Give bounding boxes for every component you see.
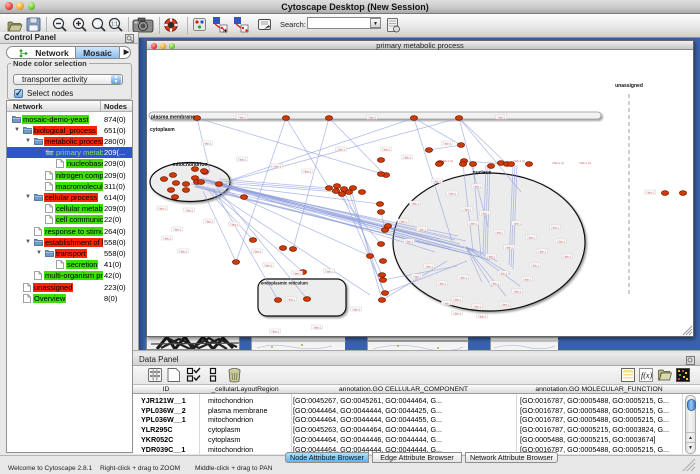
svg-text:Ylab-1: Ylab-1 (495, 230, 504, 234)
svg-text:Ylab-1: Ylab-1 (403, 155, 412, 159)
svg-text:Ylab-1: Ylab-1 (531, 263, 540, 267)
svg-text:Ylab-1: Ylab-1 (448, 191, 457, 195)
svg-text:N: N (223, 29, 227, 35)
svg-text:Ylab-1: Ylab-1 (238, 115, 247, 119)
svg-text:mitochondrion: mitochondrion (173, 162, 208, 168)
svg-text:Ylab-1: Ylab-1 (230, 222, 239, 226)
svg-text:Ylab-1: Ylab-1 (253, 249, 262, 253)
svg-text:1:1: 1:1 (111, 22, 118, 28)
svg-text:Ylab-1: Ylab-1 (382, 147, 391, 151)
svg-text:nucleus: nucleus (473, 170, 492, 176)
svg-text:Ylab-1: Ylab-1 (557, 239, 566, 243)
svg-text:Ylab-1: Ylab-1 (469, 221, 478, 225)
svg-text:Ylab-1: Ylab-1 (303, 169, 312, 173)
svg-text:Ylab-1: Ylab-1 (271, 329, 280, 333)
svg-text:Ylab-1: Ylab-1 (173, 227, 182, 231)
svg-text:endoplasmic reticulum: endoplasmic reticulum (261, 281, 308, 286)
svg-text:Ylab-1: Ylab-1 (185, 208, 194, 212)
svg-text:Ylab-1: Ylab-1 (551, 225, 560, 229)
svg-text:Ylab-1: Ylab-1 (497, 115, 506, 119)
svg-text:Ylab-1: Ylab-1 (203, 141, 212, 145)
svg-text:Ylab-1: Ylab-1 (538, 249, 547, 253)
svg-text:Ylab-1: Ylab-1 (459, 275, 468, 279)
svg-text:plasma membrane: plasma membrane (151, 115, 195, 121)
svg-text:Ylab-1: Ylab-1 (413, 274, 422, 278)
svg-text:Ylab-1: Ylab-1 (487, 254, 496, 258)
svg-text:Ylab-1: Ylab-1 (399, 219, 408, 223)
svg-text:f(x): f(x) (641, 371, 652, 380)
svg-text:Ylab-1: Ylab-1 (443, 141, 452, 145)
svg-text:Ylab-1: Ylab-1 (425, 264, 434, 268)
svg-text:Ylab-1: Ylab-1 (523, 277, 532, 281)
svg-text:Ylab-1: Ylab-1 (453, 311, 462, 315)
svg-text:Ylab-1: Ylab-1 (505, 245, 514, 249)
svg-text:Ylab-1: Ylab-1 (527, 235, 536, 239)
svg-text:Ylab-1: Ylab-1 (453, 297, 462, 301)
svg-text:Ylab-1: Ylab-1 (325, 269, 334, 273)
svg-text:Ylab-1: Ylab-1 (499, 271, 508, 275)
svg-text:Ylab-1: Ylab-1 (368, 115, 377, 119)
svg-text:Ylab-1: Ylab-1 (179, 249, 188, 253)
svg-text:Ylab-1: Ylab-1 (463, 207, 472, 211)
svg-text:Ylab-1 (c): Ylab-1 (c) (552, 161, 564, 165)
svg-text:Ylab-1: Ylab-1 (478, 314, 487, 318)
svg-text:Ylab-1: Ylab-1 (501, 302, 510, 306)
svg-text:Ylab-1: Ylab-1 (352, 307, 361, 311)
svg-text:Ylab-1: Ylab-1 (481, 211, 490, 215)
svg-text:Ylab-1: Ylab-1 (473, 304, 482, 308)
svg-text:Ylab-1: Ylab-1 (646, 190, 655, 194)
svg-text:Ylab-1: Ylab-1 (293, 271, 302, 275)
svg-text:Ylab-1: Ylab-1 (513, 289, 522, 293)
svg-text:Ylab-1: Ylab-1 (313, 325, 322, 329)
svg-text:Ylab-1: Ylab-1 (337, 147, 346, 151)
svg-text:Ylab-1: Ylab-1 (438, 281, 447, 285)
svg-text:Ylab-1: Ylab-1 (273, 164, 282, 168)
svg-text:Ylab-1: Ylab-1 (473, 184, 482, 188)
svg-text:Ylab-1 (c): Ylab-1 (c) (513, 159, 525, 163)
svg-text:cytoplasm: cytoplasm (150, 127, 175, 133)
svg-text:Ylab-1: Ylab-1 (405, 239, 414, 243)
svg-text:Ylab-1: Ylab-1 (563, 254, 572, 258)
svg-text:Ylab-1: Ylab-1 (513, 221, 522, 225)
svg-text:Ylab-1: Ylab-1 (163, 236, 172, 240)
svg-text:Ylab-1: Ylab-1 (491, 281, 500, 285)
svg-text:Ylab-1: Ylab-1 (443, 301, 452, 305)
svg-text:Ylab-1: Ylab-1 (238, 157, 247, 161)
svg-text:Ylab-1 (c): Ylab-1 (c) (579, 161, 591, 165)
svg-text:Ylab-1: Ylab-1 (264, 263, 273, 267)
svg-text:Ylab-1: Ylab-1 (418, 227, 427, 231)
svg-text:Ylab-1: Ylab-1 (205, 219, 214, 223)
svg-text:Ylab-1: Ylab-1 (411, 201, 420, 205)
svg-text:Ylab-1: Ylab-1 (158, 206, 167, 210)
svg-text:Ylab-1: Ylab-1 (287, 297, 296, 301)
svg-text:Ylab-1: Ylab-1 (433, 179, 442, 183)
svg-text:unassigned: unassigned (615, 83, 643, 89)
svg-text:Ylab-1 (c): Ylab-1 (c) (441, 159, 453, 163)
